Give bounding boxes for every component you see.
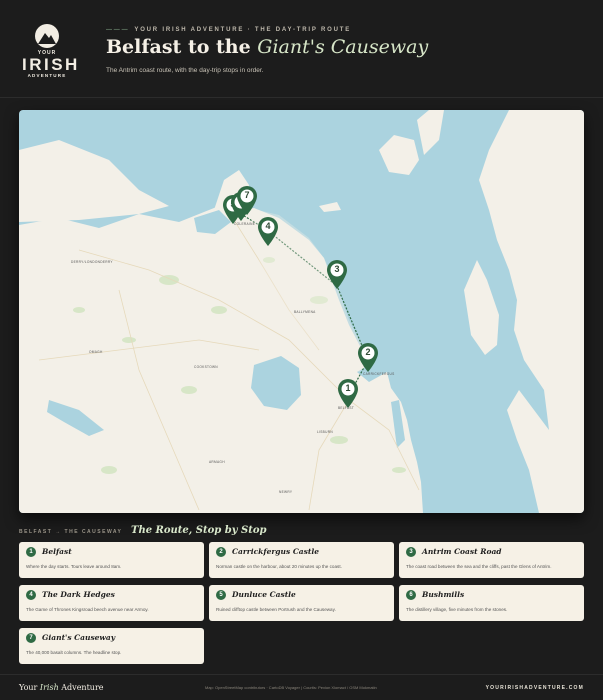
scotland-kintyre <box>464 260 499 355</box>
map-credit: Map: OpenStreetMap contributors · CartoD… <box>205 685 377 690</box>
stop-card-7[interactable]: 7 Giant's Causeway The 40,000 basalt col… <box>19 628 204 664</box>
stop-number: 6 <box>406 590 416 600</box>
place-derry: DERRY/LONDONDERRY <box>71 260 113 264</box>
stop-description: The Game of Thrones Kingsroad beech aven… <box>26 607 149 612</box>
route-title: The Route, Stop by Stop <box>131 525 267 536</box>
place-armagh: ARMAGH <box>209 460 225 464</box>
footer-brand-suffix: Adventure <box>58 683 104 692</box>
page-footer: Your Irish Adventure Map: OpenStreetMap … <box>0 674 603 700</box>
stop-card-2[interactable]: 2 Carrickfergus Castle Norman castle on … <box>209 542 394 578</box>
stop-number: 3 <box>406 547 416 557</box>
page-title: Belfast to the Giant's Causeway <box>106 36 428 58</box>
footer-brand-emphasis: Irish <box>39 683 59 692</box>
stop-name: Giant's Causeway <box>42 633 116 642</box>
map-pin-3[interactable]: 3 <box>326 260 348 290</box>
stop-card-5[interactable]: 5 Dunluce Castle Ruined clifftop castle … <box>209 585 394 621</box>
stop-description: Ruined clifftop castle between Portrush … <box>216 607 336 612</box>
stop-number: 4 <box>26 590 36 600</box>
stop-number: 1 <box>26 547 36 557</box>
stop-number: 5 <box>216 590 226 600</box>
stop-description: Where the day starts. Tours leave around… <box>26 564 122 569</box>
stop-name: Belfast <box>42 547 72 556</box>
pin-number: 4 <box>265 221 271 231</box>
stop-description: The distillery village, five minutes fro… <box>406 607 508 612</box>
pin-number: 3 <box>334 264 340 274</box>
place-ballymena: BALLYMENA <box>294 310 316 314</box>
header-kicker: ——— YOUR IRISH ADVENTURE · THE DAY-TRIP R… <box>106 27 351 33</box>
stop-card-6[interactable]: 6 Bushmills The distillery village, five… <box>399 585 584 621</box>
map-pin-1[interactable]: 1 <box>337 379 359 409</box>
map-pin-4[interactable]: 4 <box>257 217 279 247</box>
stop-number: 2 <box>216 547 226 557</box>
islay <box>379 135 419 175</box>
pin-number: 7 <box>244 190 250 200</box>
stop-description: The coast road between the sea and the c… <box>406 564 552 569</box>
stop-card-4[interactable]: 4 The Dark Hedges The Game of Thrones Ki… <box>19 585 204 621</box>
stop-name: Dunluce Castle <box>232 590 296 599</box>
jura <box>417 110 444 155</box>
place-newry: NEWRY <box>279 490 293 494</box>
title-emphasis: Giant's Causeway <box>257 36 429 58</box>
route-map[interactable]: DERRY/LONDONDERRY BELFAST LISBURN CARRIC… <box>19 110 584 513</box>
brand-adventure: ADVENTURE <box>27 73 67 78</box>
route-section-header: BELFAST → THE CAUSEWAY The Route, Stop b… <box>19 525 584 539</box>
pin-number: 2 <box>365 347 371 357</box>
place-lisburn: LISBURN <box>317 430 333 434</box>
rathlin <box>319 202 341 212</box>
stop-name: Carrickfergus Castle <box>232 547 319 556</box>
brand-logo[interactable]: YOUR IRISH ADVENTURE <box>22 24 80 78</box>
mountain-icon <box>35 24 59 48</box>
place-cookstown: COOKSTOWN <box>194 365 218 369</box>
footer-brand[interactable]: Your Irish Adventure <box>19 683 104 692</box>
stop-description: The 40,000 basalt columns. The headline … <box>26 650 122 655</box>
stop-name: The Dark Hedges <box>42 590 115 599</box>
stop-number: 7 <box>26 633 36 643</box>
title-prefix: Belfast to the <box>106 36 258 58</box>
website-link[interactable]: YOURIRISHADVENTURE.COM <box>486 685 584 691</box>
footer-brand-prefix: Your <box>19 683 40 692</box>
kicker-dash-icon: ——— <box>106 27 130 33</box>
map-pin-2[interactable]: 2 <box>357 343 379 373</box>
kicker-text: YOUR IRISH ADVENTURE · THE DAY-TRIP ROUT… <box>134 27 351 33</box>
stop-name: Bushmills <box>422 590 465 599</box>
stop-card-3[interactable]: 3 Antrim Coast Road The coast road betwe… <box>399 542 584 578</box>
stop-description: Norman castle on the harbour, about 20 m… <box>216 564 342 569</box>
place-omagh: OMAGH <box>89 350 103 354</box>
donegal-west <box>19 140 169 222</box>
pin-number: 1 <box>345 383 351 393</box>
page-header: YOUR IRISH ADVENTURE ——— YOUR IRISH ADVEN… <box>0 0 603 98</box>
route-kicker: BELFAST → THE CAUSEWAY <box>19 529 123 535</box>
stop-card-1[interactable]: 1 Belfast Where the day starts. Tours le… <box>19 542 204 578</box>
brand-irish: IRISH <box>22 55 80 74</box>
page-subtitle: The Antrim coast route, with the day-tri… <box>106 67 264 74</box>
map-pin-7[interactable]: 7 <box>236 186 258 216</box>
stop-name: Antrim Coast Road <box>422 547 502 556</box>
